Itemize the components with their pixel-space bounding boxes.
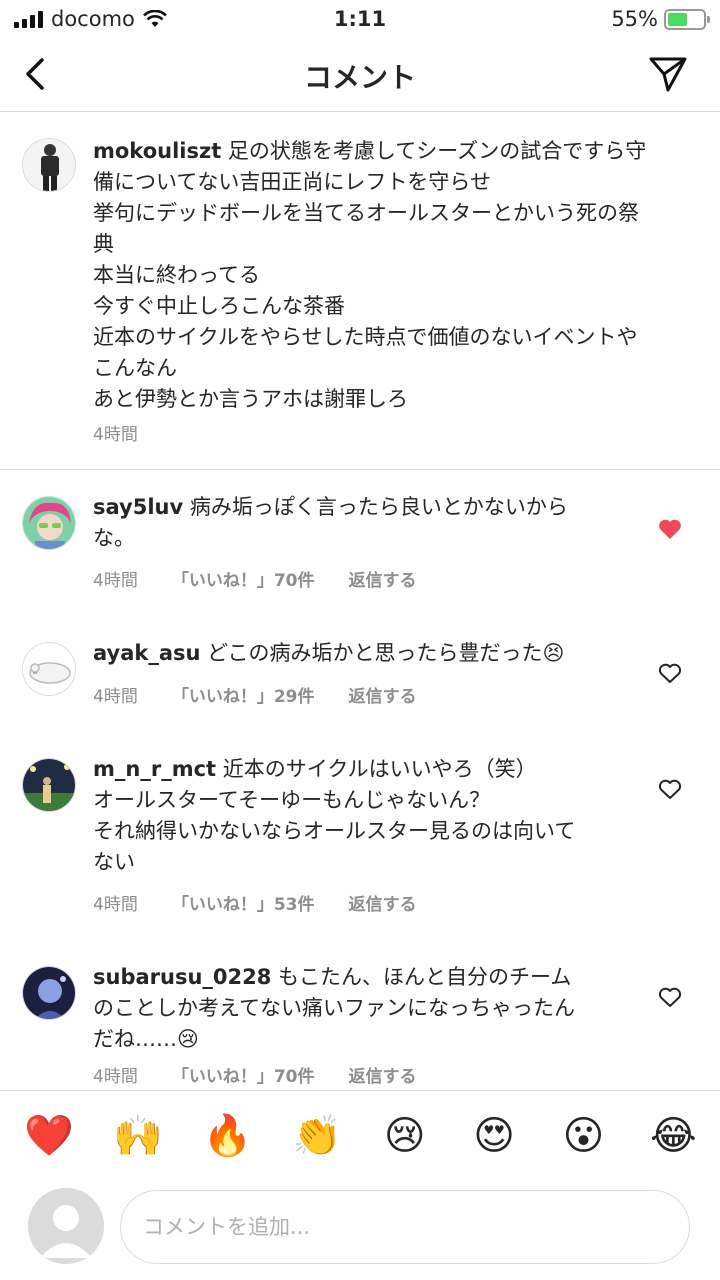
comment-username[interactable]: mokouliszt — [93, 139, 221, 163]
comment-text: 足の状態を考慮してシーズンの試合ですら守 備についてない吉田正尚にレフトを守らせ… — [93, 139, 647, 411]
reply-button[interactable]: 返信する — [349, 1062, 417, 1087]
comment-text: どこの病み垢かと思ったら豊だった😣 — [200, 641, 565, 665]
comment-time: 4時間 — [93, 571, 138, 591]
emoji-reaction-bar: ❤️ 🙌 🔥 👏 😢 😍 😮 😂 — [0, 1090, 720, 1180]
reply-button[interactable]: 返信する — [349, 566, 417, 591]
heart-icon[interactable] — [658, 662, 682, 684]
comment-time: 4時間 — [93, 1067, 138, 1087]
comment-input[interactable] — [120, 1190, 690, 1264]
comment-time: 4時間 — [93, 687, 138, 707]
comment-username[interactable]: subarusu_0228 — [93, 965, 271, 989]
likes-count[interactable]: 「いいね！」29件 — [172, 682, 315, 707]
heart-eyes-emoji-button[interactable]: 😍 — [471, 1113, 517, 1159]
post-caption: mokouliszt 足の状態を考慮してシーズンの試合ですら守 備についてない吉… — [0, 112, 720, 470]
red-heart-emoji-button[interactable]: ❤️ — [24, 1113, 74, 1159]
reply-button[interactable]: 返信する — [349, 890, 417, 915]
battery-icon — [664, 8, 710, 30]
comment-composer — [0, 1180, 720, 1280]
header: コメント — [0, 38, 720, 112]
fire-emoji-button[interactable]: 🔥 — [203, 1113, 253, 1159]
clapping-hands-emoji-button[interactable]: 👏 — [292, 1113, 342, 1159]
page-title: コメント — [303, 61, 416, 94]
avatar[interactable] — [22, 138, 76, 192]
avatar[interactable] — [22, 966, 76, 1020]
comment-time: 4時間 — [93, 895, 138, 915]
avatar[interactable] — [22, 642, 76, 696]
heart-icon[interactable] — [658, 986, 682, 1008]
send-icon[interactable] — [648, 54, 688, 94]
surprised-face-emoji-button[interactable]: 😮 — [561, 1113, 607, 1159]
comment-username[interactable]: m_n_r_mct — [93, 757, 216, 781]
heart-icon-filled[interactable] — [658, 518, 682, 540]
tears-of-joy-emoji-button[interactable]: 😂 — [650, 1113, 697, 1159]
reply-button[interactable]: 返信する — [349, 682, 417, 707]
avatar[interactable] — [22, 758, 76, 812]
raising-hands-emoji-button[interactable]: 🙌 — [113, 1113, 163, 1159]
avatar[interactable] — [22, 496, 76, 550]
status-bar: docomo 1:11 55% — [0, 0, 720, 38]
likes-count[interactable]: 「いいね！」70件 — [172, 566, 315, 591]
current-user-avatar — [28, 1188, 104, 1264]
comment-username[interactable]: ayak_asu — [93, 641, 200, 665]
likes-count[interactable]: 「いいね！」53件 — [172, 890, 315, 915]
heart-icon[interactable] — [658, 778, 682, 800]
comment-username[interactable]: say5luv — [93, 495, 183, 519]
crying-face-emoji-button[interactable]: 😢 — [382, 1113, 428, 1159]
comment-time: 4時間 — [93, 425, 138, 445]
battery-percent: 55% — [611, 7, 658, 31]
likes-count[interactable]: 「いいね！」70件 — [172, 1062, 315, 1087]
